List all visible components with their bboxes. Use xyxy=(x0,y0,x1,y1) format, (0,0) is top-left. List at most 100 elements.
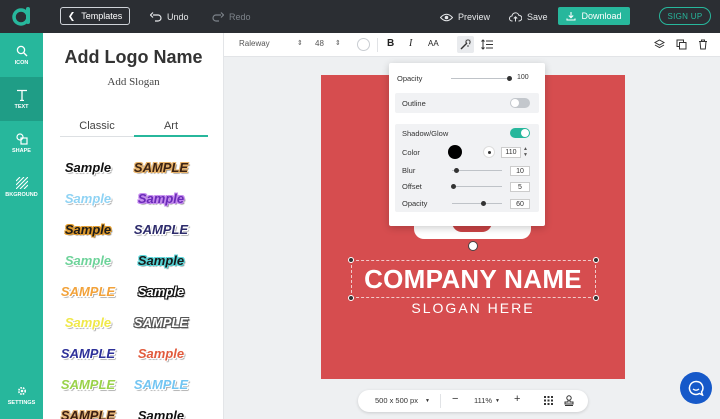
art-style-sample[interactable]: SAMPLE xyxy=(131,373,191,395)
text-color-swatch[interactable] xyxy=(357,38,370,51)
chat-support-button[interactable] xyxy=(680,372,712,404)
art-style-sample[interactable]: Sample xyxy=(58,156,118,178)
blur-value: 10 xyxy=(516,168,524,175)
blur-slider[interactable] xyxy=(452,170,502,171)
offset-slider-knob[interactable] xyxy=(451,184,456,189)
art-style-sample[interactable]: SAMPLE xyxy=(131,156,191,178)
font-select-arrow-icon[interactable]: ⇕ xyxy=(297,39,303,47)
preview-button[interactable]: Preview xyxy=(440,9,490,25)
toolbar-divider xyxy=(377,38,378,52)
art-style-sample[interactable]: SAMPLE xyxy=(58,342,118,364)
shadow-opacity-knob[interactable] xyxy=(481,201,486,206)
rail-item-settings[interactable]: SETTINGS xyxy=(0,373,43,417)
background-icon xyxy=(15,176,28,189)
bold-button[interactable]: B xyxy=(387,38,394,49)
opacity-slider-knob[interactable] xyxy=(507,76,512,81)
shadow-toggle[interactable] xyxy=(510,128,530,138)
slogan-text[interactable]: SLOGAN HERE xyxy=(350,300,596,316)
uppercase-button[interactable]: AA xyxy=(428,39,439,48)
offset-slider[interactable] xyxy=(452,186,502,187)
effects-button[interactable] xyxy=(457,36,474,53)
angle-stepper-icon[interactable]: ▲ ▼ xyxy=(523,146,528,158)
rail-label: TEXT xyxy=(14,103,29,110)
blur-input[interactable]: 10 xyxy=(510,166,530,176)
chat-bubble-icon xyxy=(688,380,704,396)
chevron-left-icon: ❮ xyxy=(67,10,76,21)
rail-label: BKGROUND xyxy=(5,191,38,198)
art-style-sample[interactable]: Sample xyxy=(131,280,191,302)
save-button[interactable]: Save xyxy=(509,9,548,25)
opacity-slider[interactable] xyxy=(451,78,511,79)
stamp-icon[interactable] xyxy=(564,395,574,406)
shadow-angle-dial[interactable] xyxy=(483,146,495,158)
cloud-upload-icon xyxy=(509,12,522,22)
company-name-text[interactable]: COMPANY NAME xyxy=(350,264,596,295)
offset-input[interactable]: 5 xyxy=(510,182,530,192)
shadow-opacity-input[interactable]: 60 xyxy=(510,199,530,209)
redo-button[interactable]: Redo xyxy=(212,9,251,25)
art-style-sample[interactable]: SAMPLE xyxy=(58,280,118,302)
preview-label: Preview xyxy=(458,12,491,22)
shadow-opacity-slider[interactable] xyxy=(452,203,502,204)
zoom-in-button[interactable]: + xyxy=(514,393,520,405)
art-style-sample[interactable]: SAMPLE xyxy=(58,404,118,419)
text-property-toolbar: Raleway ⇕ 48 ⇕ B I AA xyxy=(224,33,720,57)
text-icon xyxy=(16,89,27,101)
shadow-color-swatch[interactable] xyxy=(448,145,462,159)
undo-label: Undo xyxy=(167,12,189,22)
gear-icon xyxy=(17,386,26,395)
shadow-opacity-value: 60 xyxy=(516,201,524,208)
art-style-sample[interactable]: SAMPLE xyxy=(131,311,191,333)
size-select-arrow-icon[interactable]: ⇕ xyxy=(335,39,341,47)
app-logo-icon[interactable] xyxy=(11,5,33,27)
duplicate-icon[interactable] xyxy=(676,39,687,50)
rotate-handle-icon[interactable] xyxy=(468,241,478,251)
art-style-sample[interactable]: Sample xyxy=(131,249,191,271)
outline-toggle[interactable] xyxy=(510,98,530,108)
zoom-out-button[interactable]: − xyxy=(452,393,458,405)
art-style-sample[interactable]: SAMPLE xyxy=(131,218,191,240)
rail-item-icon[interactable]: ICON xyxy=(0,33,43,77)
italic-button[interactable]: I xyxy=(409,38,412,49)
art-style-sample[interactable]: Sample xyxy=(131,187,191,209)
trash-icon[interactable] xyxy=(698,39,708,50)
art-style-sample[interactable]: SAMPLE xyxy=(58,373,118,395)
blur-slider-knob[interactable] xyxy=(454,168,459,173)
line-spacing-icon[interactable] xyxy=(481,39,493,50)
rail-item-text[interactable]: TEXT xyxy=(0,77,43,121)
rail-item-shape[interactable]: SHAPE xyxy=(0,121,43,165)
download-label: Download xyxy=(581,11,622,21)
layers-icon[interactable] xyxy=(654,39,665,50)
add-slogan-button[interactable]: Add Slogan xyxy=(43,76,224,88)
art-style-sample[interactable]: Sample xyxy=(131,404,191,419)
art-style-sample[interactable]: Sample xyxy=(58,249,118,271)
left-rail: ICON TEXT SHAPE BKGROUND SETTINGS xyxy=(0,33,43,419)
font-size-select[interactable]: 48 xyxy=(315,39,324,48)
undo-button[interactable]: Undo xyxy=(150,9,189,25)
grid-icon[interactable] xyxy=(544,396,553,405)
shadow-angle-input[interactable]: 110 xyxy=(501,147,521,158)
size-dropdown-arrow-icon[interactable]: ▼ xyxy=(425,398,430,404)
art-style-sample[interactable]: Sample xyxy=(58,218,118,240)
add-logo-name-button[interactable]: Add Logo Name xyxy=(43,47,224,68)
art-style-sample[interactable]: Sample xyxy=(58,187,118,209)
resize-handle-top-right[interactable] xyxy=(593,257,599,263)
templates-button[interactable]: ❮ Templates xyxy=(60,7,130,25)
signup-button[interactable]: SIGN UP xyxy=(659,7,711,25)
canvas-size-select[interactable]: 500 x 500 px xyxy=(375,396,418,405)
art-style-sample[interactable]: Sample xyxy=(131,342,191,364)
redo-label: Redo xyxy=(229,12,251,22)
opacity-value: 100 xyxy=(517,74,529,81)
shadow-angle-value: 110 xyxy=(505,149,517,156)
font-select[interactable]: Raleway xyxy=(239,39,270,48)
download-button[interactable]: Download xyxy=(558,7,630,25)
zoom-level-select[interactable]: 111% xyxy=(474,396,492,405)
templates-label: Templates xyxy=(81,11,123,21)
offset-value: 5 xyxy=(518,184,522,191)
undo-icon xyxy=(150,12,162,22)
zoom-dropdown-arrow-icon[interactable]: ▼ xyxy=(495,398,500,404)
rail-item-background[interactable]: BKGROUND xyxy=(0,165,43,209)
rail-label: SETTINGS xyxy=(7,399,36,406)
art-style-sample[interactable]: Sample xyxy=(58,311,118,333)
resize-handle-top-left[interactable] xyxy=(348,257,354,263)
